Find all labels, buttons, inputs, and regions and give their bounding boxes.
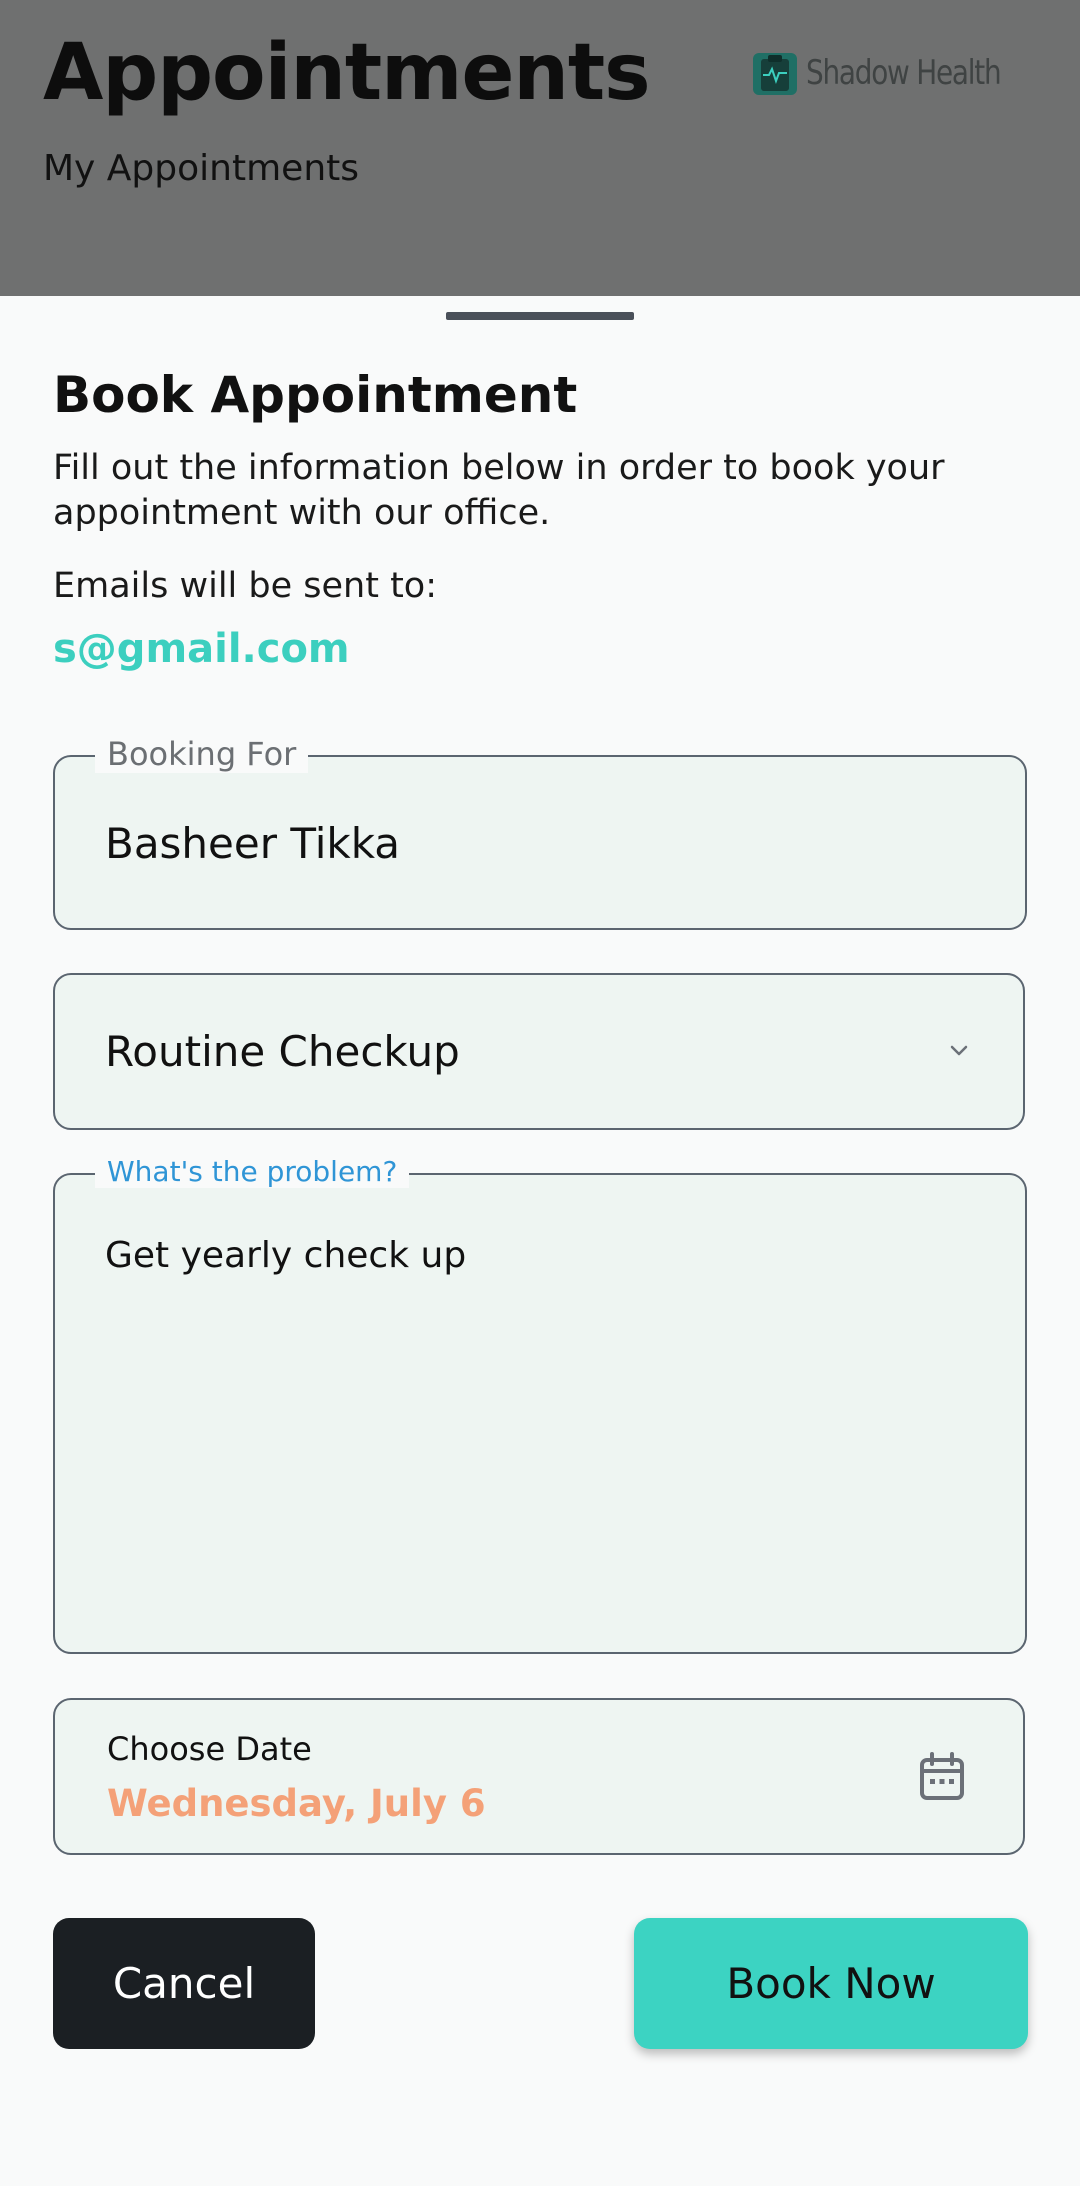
page-subtitle: My Appointments (43, 148, 360, 189)
appointment-type-value: Routine Checkup (105, 1027, 460, 1076)
clipboard-pulse-icon (753, 53, 797, 95)
problem-value: Get yearly check up (105, 1235, 467, 1276)
page-title: Appointments (43, 28, 651, 118)
problem-label: What's the problem? (95, 1155, 410, 1188)
book-appointment-sheet: Book Appointment Fill out the informatio… (0, 296, 1080, 2186)
choose-date-field[interactable]: Choose Date Wednesday, July 6 (53, 1698, 1025, 1855)
booking-for-value: Basheer Tikka (105, 819, 401, 868)
chevron-down-icon (950, 1045, 968, 1056)
email-label: Emails will be sent to: (53, 566, 437, 606)
sheet-title: Book Appointment (53, 366, 578, 424)
choose-date-label: Choose Date (107, 1730, 312, 1768)
drag-handle[interactable] (446, 312, 634, 320)
booking-for-field[interactable]: Booking For Basheer Tikka (53, 735, 1027, 930)
problem-textarea[interactable]: What's the problem? Get yearly check up (53, 1155, 1027, 1654)
appointment-type-select[interactable]: Routine Checkup (53, 973, 1025, 1130)
brand-name: Shadow Health (806, 53, 1002, 93)
screen: Appointments My Appointments Shadow Heal… (0, 0, 1080, 2186)
selected-date: Wednesday, July 6 (107, 1782, 486, 1825)
booking-for-label: Booking For (95, 735, 309, 773)
brand: Shadow Health (752, 50, 1043, 96)
calendar-icon[interactable] (919, 1752, 965, 1802)
email-address: s@gmail.com (53, 626, 350, 672)
book-now-button[interactable]: Book Now (634, 1918, 1028, 2049)
background-header: Appointments My Appointments Shadow Heal… (0, 0, 1080, 296)
sheet-description: Fill out the information below in order … (53, 448, 945, 533)
cancel-button[interactable]: Cancel (53, 1918, 315, 2049)
